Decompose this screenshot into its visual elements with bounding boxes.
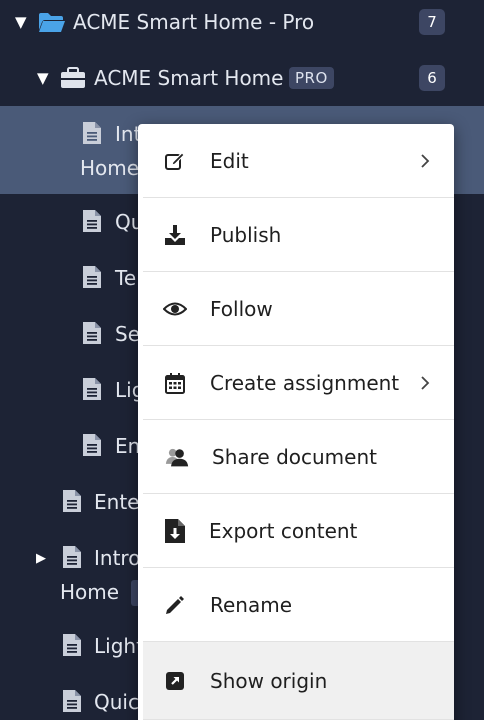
calendar-icon bbox=[163, 371, 187, 395]
tree-sibling-label[interactable]: Quic bbox=[94, 690, 139, 714]
menu-item-rename[interactable]: Rename bbox=[143, 568, 454, 642]
document-icon bbox=[83, 122, 101, 144]
document-icon bbox=[83, 378, 101, 400]
menu-item-label: Publish bbox=[210, 222, 282, 247]
pencil-icon bbox=[163, 593, 187, 617]
tree-sibling-label-line2: Home bbox=[60, 580, 120, 604]
menu-item-show-origin[interactable]: Show origin bbox=[143, 642, 454, 720]
pro-badge: PRO bbox=[289, 67, 334, 89]
document-icon bbox=[63, 690, 81, 712]
menu-item-label: Share document bbox=[212, 444, 377, 469]
tree-child-label[interactable]: Se bbox=[115, 322, 140, 346]
tree-child-label-line2: Home bbox=[80, 156, 140, 180]
chevron-right-icon bbox=[421, 153, 430, 168]
tree-root-label: ACME Smart Home - Pro bbox=[73, 10, 315, 34]
menu-item-export-content[interactable]: Export content bbox=[143, 494, 454, 568]
eye-icon bbox=[163, 297, 187, 321]
users-icon bbox=[165, 445, 189, 469]
caret-down-icon[interactable]: ▼ bbox=[37, 69, 49, 87]
caret-down-icon[interactable]: ▼ bbox=[15, 13, 27, 31]
tree-root-row[interactable]: ▼ ACME Smart Home - Pro 7 bbox=[0, 4, 484, 40]
menu-item-share-document[interactable]: Share document bbox=[143, 420, 454, 494]
document-icon bbox=[63, 546, 81, 568]
download-tray-icon bbox=[163, 223, 187, 247]
menu-item-follow[interactable]: Follow bbox=[143, 272, 454, 346]
menu-item-label: Follow bbox=[210, 296, 273, 321]
chevron-right-icon bbox=[421, 375, 430, 390]
tree-child-label[interactable]: Te bbox=[115, 266, 136, 290]
caret-right-icon[interactable]: ▶ bbox=[36, 551, 46, 566]
menu-item-create-assignment[interactable]: Create assignment bbox=[143, 346, 454, 420]
tree-folder-count: 6 bbox=[419, 65, 445, 91]
tree-sibling-label[interactable]: Ente bbox=[94, 490, 139, 514]
edit-icon bbox=[163, 149, 187, 173]
menu-item-publish[interactable]: Publish bbox=[143, 198, 454, 272]
context-menu: Edit Publish Follow Create assignment Sh… bbox=[138, 124, 454, 720]
document-icon bbox=[83, 210, 101, 232]
tree-child-label[interactable]: En bbox=[115, 434, 140, 458]
document-icon bbox=[63, 490, 81, 512]
tree-folder-label: ACME Smart Home bbox=[94, 66, 284, 90]
menu-item-label: Show origin bbox=[210, 668, 328, 693]
document-icon bbox=[83, 434, 101, 456]
tree-sibling-label[interactable]: Intro bbox=[94, 546, 140, 570]
tree-sibling-label[interactable]: Light bbox=[94, 634, 144, 658]
document-icon bbox=[83, 266, 101, 288]
menu-item-label: Create assignment bbox=[210, 370, 400, 395]
tree-folder-row[interactable]: ▼ ACME Smart Home PRO 6 bbox=[0, 60, 484, 96]
menu-item-label: Edit bbox=[210, 148, 249, 173]
external-link-icon bbox=[163, 669, 187, 693]
briefcase-icon bbox=[61, 67, 85, 88]
folder-open-icon bbox=[39, 13, 65, 32]
file-export-icon bbox=[163, 518, 187, 543]
tree-root-count: 7 bbox=[419, 9, 445, 35]
menu-item-edit[interactable]: Edit bbox=[143, 124, 454, 198]
menu-item-label: Rename bbox=[210, 592, 293, 617]
document-icon bbox=[83, 322, 101, 344]
menu-item-label: Export content bbox=[209, 518, 358, 543]
document-icon bbox=[63, 634, 81, 656]
